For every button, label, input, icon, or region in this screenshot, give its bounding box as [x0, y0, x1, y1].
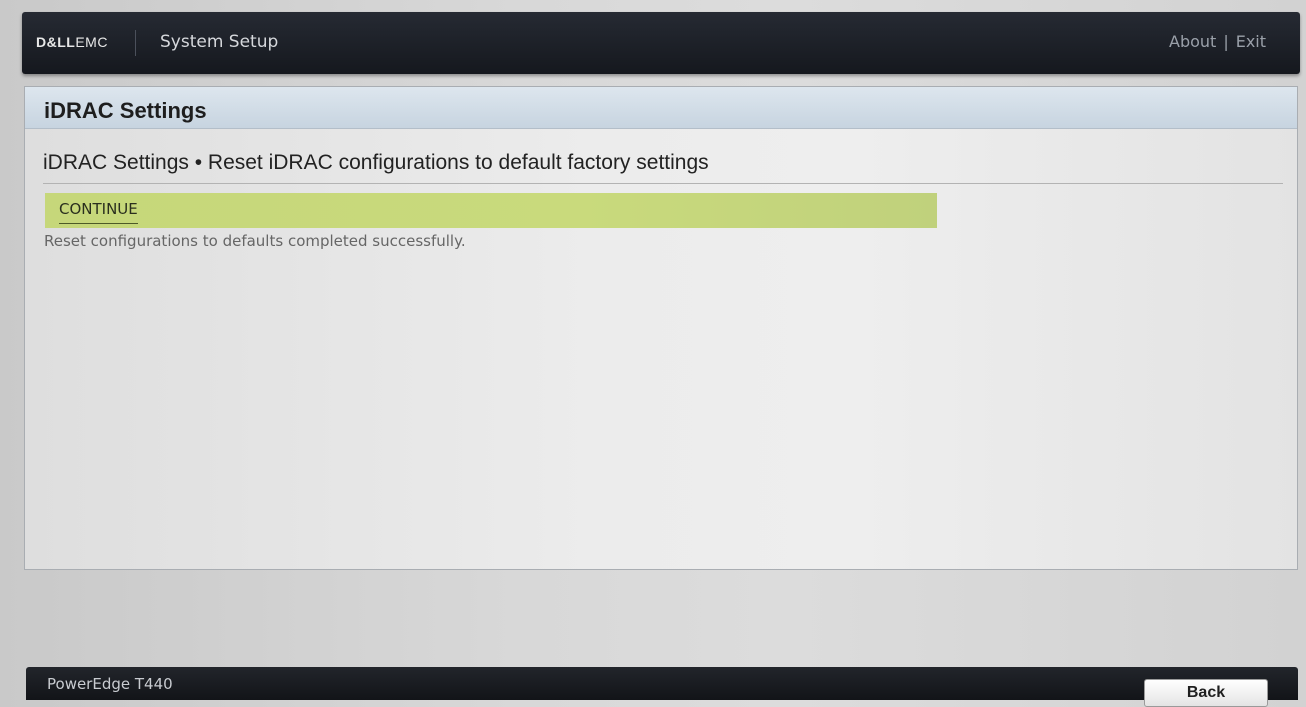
bottom-bar: PowerEdge T440 Back — [26, 667, 1298, 707]
logo-dell-text: D&LL — [36, 34, 76, 50]
continue-button[interactable]: CONTINUE — [59, 200, 138, 224]
link-separator: | — [1223, 32, 1229, 51]
page-title: iDRAC Settings — [44, 98, 207, 123]
panel-header: iDRAC Settings — [25, 87, 1297, 129]
dell-emc-logo: D&LLEMC — [36, 34, 108, 50]
breadcrumb-divider — [43, 183, 1283, 184]
status-message: Reset configurations to defaults complet… — [44, 232, 466, 250]
logo-emc-text: EMC — [75, 34, 108, 50]
top-links: About | Exit — [1169, 32, 1266, 51]
main-panel: iDRAC Settings iDRAC Settings • Reset iD… — [24, 86, 1298, 570]
exit-link[interactable]: Exit — [1236, 32, 1266, 51]
breadcrumb: iDRAC Settings • Reset iDRAC configurati… — [43, 151, 709, 174]
continue-row[interactable]: CONTINUE — [45, 193, 937, 228]
top-bar: D&LLEMC System Setup About | Exit — [22, 12, 1300, 74]
app-title: System Setup — [160, 32, 279, 52]
back-button[interactable]: Back — [1144, 679, 1268, 707]
model-name: PowerEdge T440 — [47, 675, 173, 693]
about-link[interactable]: About — [1169, 32, 1216, 51]
logo-divider — [135, 30, 136, 56]
